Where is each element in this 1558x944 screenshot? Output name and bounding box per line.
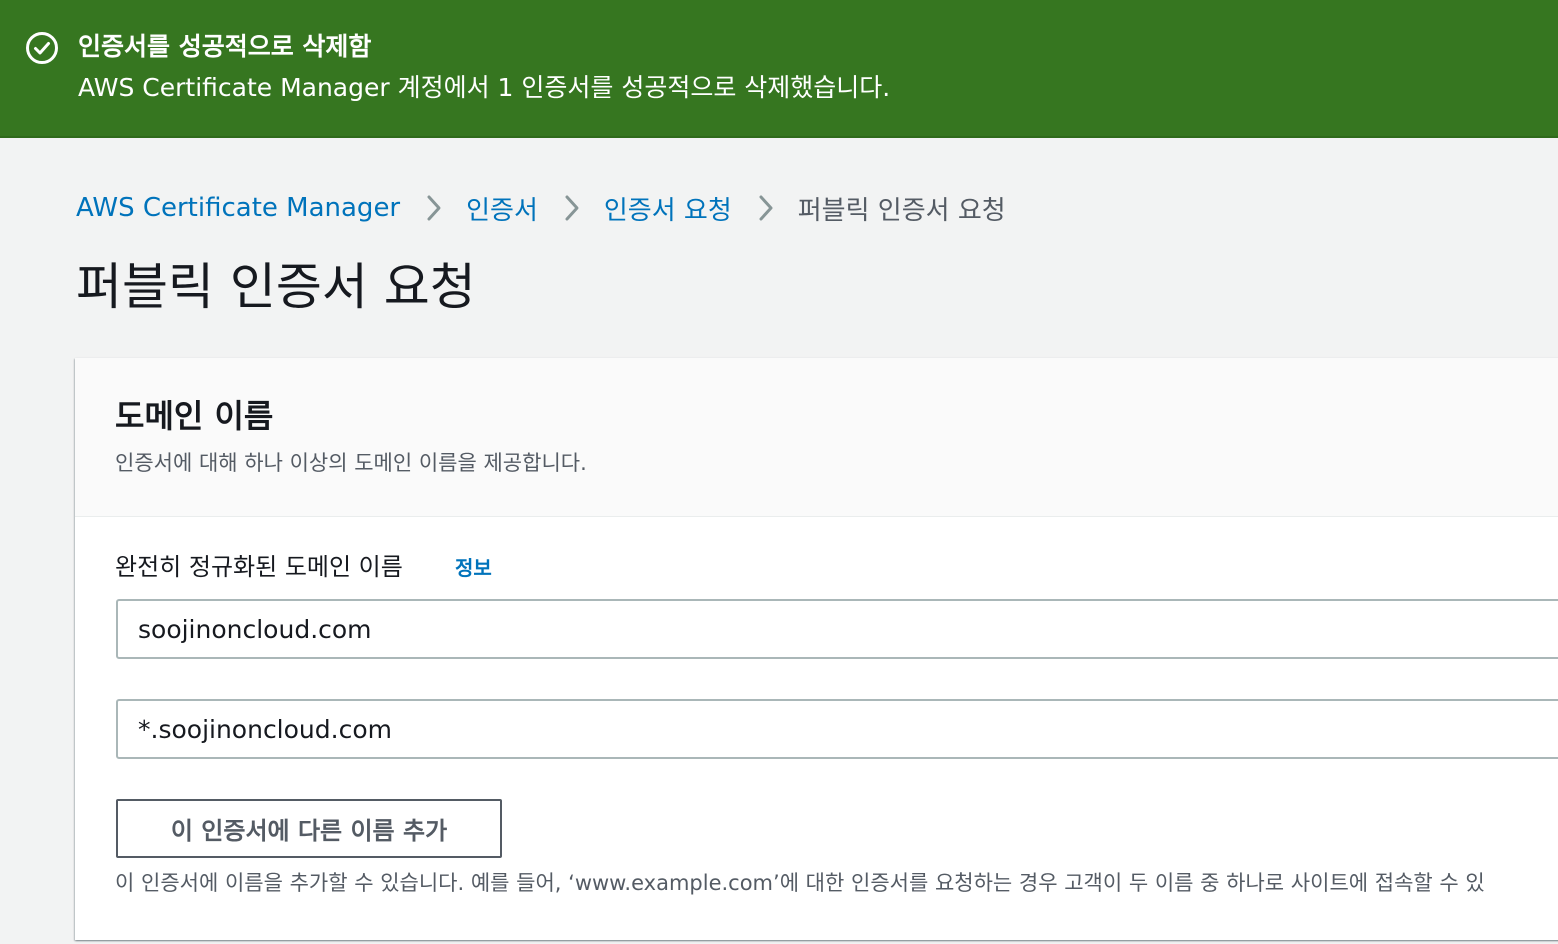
breadcrumb: AWS Certificate Manager 인증서 인증서 요청 퍼블릭 인…: [76, 188, 1006, 228]
breadcrumb-link-certificates[interactable]: 인증서: [466, 190, 538, 227]
flash-title: 인증서를 성공적으로 삭제함: [78, 32, 372, 61]
domain-name-input-2[interactable]: [116, 699, 1558, 759]
section-title: 도메인 이름: [115, 397, 274, 435]
info-link[interactable]: 정보: [455, 554, 492, 582]
help-text: 이 인증서에 이름을 추가할 수 있습니다. 예를 들어, ‘www.examp…: [115, 871, 1485, 895]
breadcrumb-link-request-certificate[interactable]: 인증서 요청: [604, 190, 732, 227]
section-description: 인증서에 대해 하나 이상의 도메인 이름을 제공합니다.: [115, 451, 587, 475]
page-title: 퍼블릭 인증서 요청: [76, 258, 476, 316]
fqdn-label: 완전히 정규화된 도메인 이름: [115, 553, 403, 581]
add-another-name-button[interactable]: 이 인증서에 다른 이름 추가: [116, 799, 502, 858]
chevron-right-icon: [558, 188, 586, 228]
success-flash-banner: 인증서를 성공적으로 삭제함 AWS Certificate Manager 계…: [0, 0, 1558, 138]
chevron-right-icon: [752, 188, 780, 228]
breadcrumb-link-acm[interactable]: AWS Certificate Manager: [76, 193, 400, 223]
breadcrumb-current: 퍼블릭 인증서 요청: [797, 195, 1006, 226]
domain-names-container: 도메인 이름 인증서에 대해 하나 이상의 도메인 이름을 제공합니다. 완전히…: [75, 358, 1558, 940]
check-circle-icon: [26, 32, 58, 64]
flash-message: AWS Certificate Manager 계정에서 1 인증서를 성공적으…: [78, 73, 891, 102]
domain-name-input-1[interactable]: [116, 599, 1558, 659]
container-header: 도메인 이름 인증서에 대해 하나 이상의 도메인 이름을 제공합니다.: [75, 358, 1558, 517]
chevron-right-icon: [420, 188, 448, 228]
